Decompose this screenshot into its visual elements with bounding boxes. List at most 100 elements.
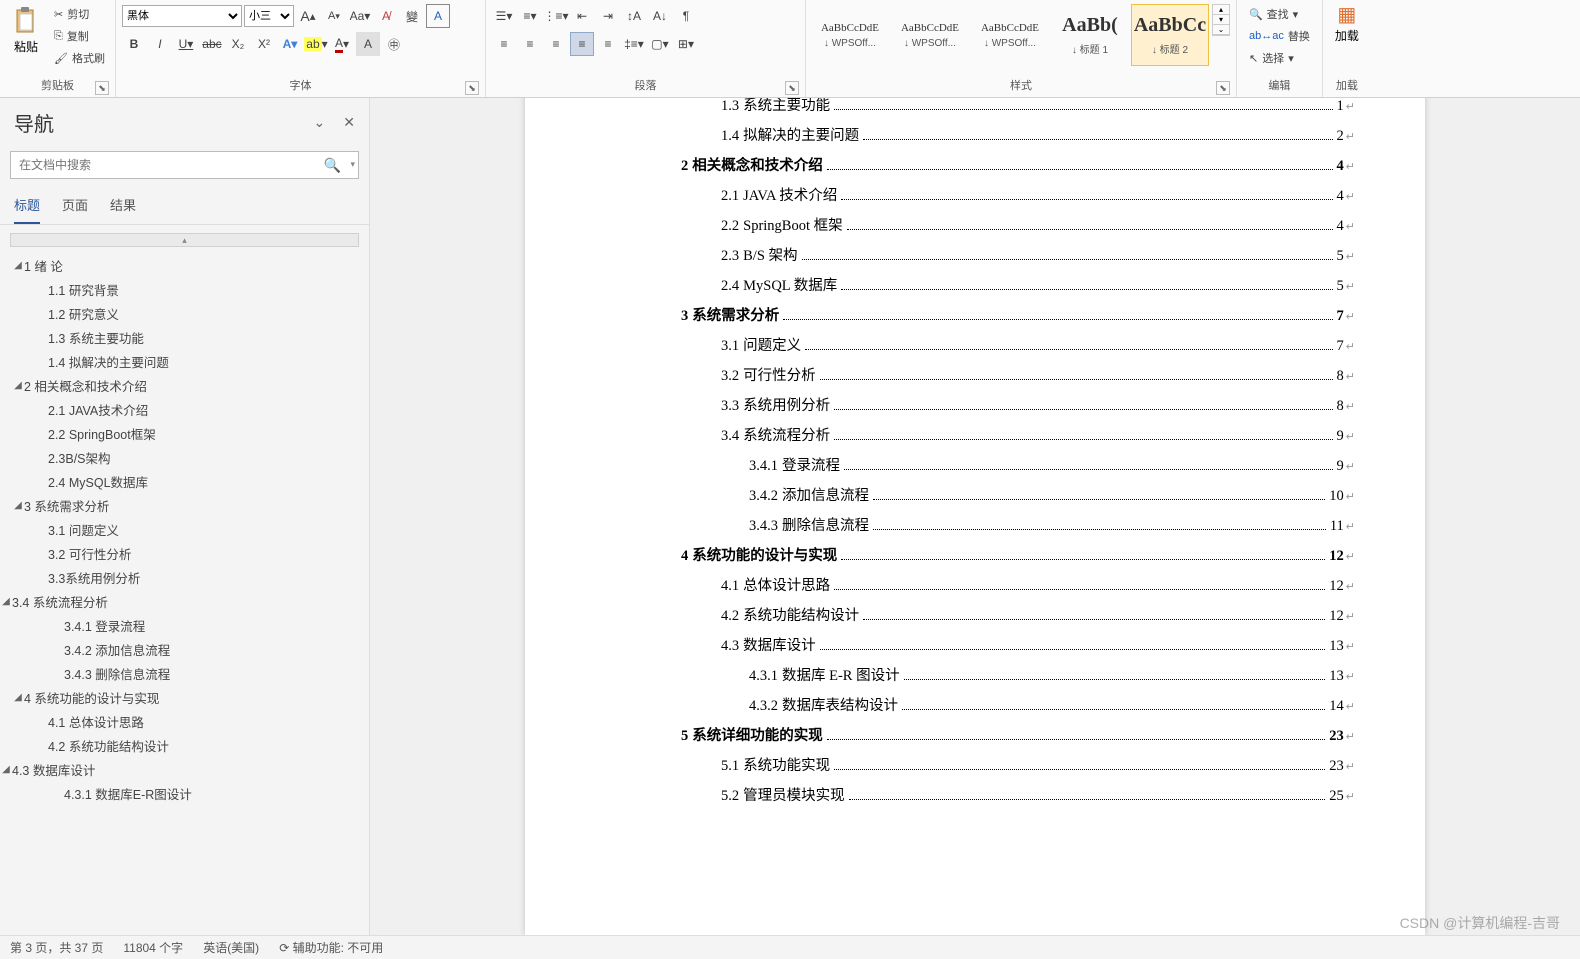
sort-button[interactable]: A↓ (648, 4, 672, 28)
select-button[interactable]: ↖选择 ▾ (1247, 48, 1312, 68)
toc-row[interactable]: 3.2 可行性分析8↵ (525, 364, 1355, 394)
status-language[interactable]: 英语(美国) (203, 939, 259, 956)
nav-tree-item[interactable]: ◢3.4 系统流程分析 (0, 589, 369, 613)
font-size-combo[interactable]: 小三 (244, 5, 294, 27)
char-shading-button[interactable]: A (356, 32, 380, 56)
toc-row[interactable]: 2.2 SpringBoot 框架4↵ (525, 214, 1355, 244)
search-icon[interactable]: 🔍 (324, 157, 341, 174)
cut-button[interactable]: ✂剪切 (52, 4, 107, 24)
nav-tree-item[interactable]: ◢4.3 数据库设计 (0, 757, 369, 781)
nav-tree-item[interactable]: 3.2 可行性分析 (0, 541, 369, 565)
shrink-font-button[interactable]: A▾ (322, 4, 346, 28)
line-spacing-button[interactable]: ‡≡▾ (622, 32, 646, 56)
align-right-button[interactable]: ≡ (544, 32, 568, 56)
clear-format-button[interactable]: A̸ (374, 4, 398, 28)
increase-indent-button[interactable]: ⇥ (596, 4, 620, 28)
style-item[interactable]: AaBbCc↓ 标题 2 (1131, 4, 1209, 66)
align-center-button[interactable]: ≡ (518, 32, 542, 56)
toc-row[interactable]: 3.3 系统用例分析8↵ (525, 394, 1355, 424)
align-justify-button[interactable]: ≡ (570, 32, 594, 56)
italic-button[interactable]: I (148, 32, 172, 56)
nav-tree-item[interactable]: 2.3B/S架构 (0, 445, 369, 469)
nav-close-icon[interactable]: ✕ (343, 114, 355, 131)
nav-tree-item[interactable]: ◢2 相关概念和技术介绍 (0, 373, 369, 397)
subscript-button[interactable]: X₂ (226, 32, 250, 56)
nav-tree-item[interactable]: 3.4.3 删除信息流程 (0, 661, 369, 685)
strike-button[interactable]: abc (200, 32, 224, 56)
toc-row[interactable]: 4.2 系统功能结构设计12↵ (525, 604, 1355, 634)
paragraph-launcher[interactable]: ⬊ (785, 81, 799, 95)
nav-chevron-down-icon[interactable]: ⌄ (314, 114, 326, 131)
style-item[interactable]: AaBbCcDdE↓ WPSOff... (971, 4, 1049, 66)
toc-row[interactable]: 2.3B/S 架构5↵ (525, 244, 1355, 274)
toc-row[interactable]: 4 系统功能的设计与实现12↵ (525, 544, 1355, 574)
style-gallery-more[interactable]: ▴▾⌄ (1212, 4, 1230, 36)
nav-tree-item[interactable]: 2.2 SpringBoot框架 (0, 421, 369, 445)
toc-row[interactable]: 4.3.1 数据库 E-R 图设计13↵ (525, 664, 1355, 694)
toc-row[interactable]: 2 相关概念和技术介绍4↵ (525, 154, 1355, 184)
nav-tree-item[interactable]: 3.4.1 登录流程 (0, 613, 369, 637)
nav-tree-item[interactable]: 1.1 研究背景 (0, 277, 369, 301)
nav-search-input[interactable] (10, 151, 359, 179)
toc-row[interactable]: 4.1 总体设计思路12↵ (525, 574, 1355, 604)
toc-row[interactable]: 1.3 系统主要功能1↵ (525, 98, 1355, 124)
toc-row[interactable]: 1.4 拟解决的主要问题2↵ (525, 124, 1355, 154)
nav-tree-item[interactable]: 4.1 总体设计思路 (0, 709, 369, 733)
tab-pages[interactable]: 页面 (62, 195, 88, 224)
toc-row[interactable]: 3.4.3 删除信息流程11↵ (525, 514, 1355, 544)
nav-tree-item[interactable]: 2.1 JAVA技术介绍 (0, 397, 369, 421)
toc-row[interactable]: 2.1 JAVA 技术介绍4↵ (525, 184, 1355, 214)
clipboard-launcher[interactable]: ⬊ (95, 81, 109, 95)
toc-row[interactable]: 5 系统详细功能的实现23↵ (525, 724, 1355, 754)
style-item[interactable]: AaBbCcDdE↓ WPSOff... (891, 4, 969, 66)
align-distribute-button[interactable]: ≡ (596, 32, 620, 56)
toc-row[interactable]: 4.3 数据库设计13↵ (525, 634, 1355, 664)
addin-button[interactable]: ▦ 加载 (1327, 2, 1367, 44)
replace-button[interactable]: ab↔ac替换 (1247, 26, 1312, 46)
find-button[interactable]: 🔍查找 ▾ (1247, 4, 1312, 24)
highlight-button[interactable]: ab▾ (304, 32, 328, 56)
enclose-char-button[interactable]: ㊥ (382, 32, 406, 56)
style-item[interactable]: AaBbCcDdE↓ WPSOff... (811, 4, 889, 66)
phonetic-button[interactable]: 變 (400, 4, 424, 28)
document-area[interactable]: 1.3 系统主要功能1↵1.4 拟解决的主要问题2↵2 相关概念和技术介绍4↵2… (370, 98, 1580, 935)
status-page[interactable]: 第 3 页，共 37 页 (10, 939, 103, 956)
toc-row[interactable]: 5.2 管理员模块实现25↵ (525, 784, 1355, 814)
nav-tree-item[interactable]: ◢1 绪 论 (0, 253, 369, 277)
nav-tree-item[interactable]: 1.2 研究意义 (0, 301, 369, 325)
font-color-button[interactable]: A▾ (330, 32, 354, 56)
styles-launcher[interactable]: ⬊ (1216, 81, 1230, 95)
nav-tree-item[interactable]: 1.3 系统主要功能 (0, 325, 369, 349)
bold-button[interactable]: B (122, 32, 146, 56)
tab-results[interactable]: 结果 (110, 195, 136, 224)
shading-button[interactable]: ▢▾ (648, 32, 672, 56)
nav-tree-item[interactable]: ◢4 系统功能的设计与实现 (0, 685, 369, 709)
toc-row[interactable]: 3.4.1 登录流程9↵ (525, 454, 1355, 484)
text-effects-button[interactable]: A▾ (278, 32, 302, 56)
nav-tree-item[interactable]: 4.2 系统功能结构设计 (0, 733, 369, 757)
font-launcher[interactable]: ⬊ (465, 81, 479, 95)
toc-row[interactable]: 2.4MySQL 数据库5↵ (525, 274, 1355, 304)
nav-tree-item[interactable]: 3.1 问题定义 (0, 517, 369, 541)
status-words[interactable]: 11804 个字 (123, 939, 183, 956)
multilevel-button[interactable]: ⋮≡▾ (544, 4, 568, 28)
toc-row[interactable]: 3.4.2 添加信息流程10↵ (525, 484, 1355, 514)
show-marks-button[interactable]: ¶ (674, 4, 698, 28)
char-border-button[interactable]: A (426, 4, 450, 28)
toc-row[interactable]: 3.4 系统流程分析9↵ (525, 424, 1355, 454)
search-dropdown-icon[interactable]: ▾ (350, 159, 355, 170)
font-name-combo[interactable]: 黑体 (122, 5, 242, 27)
superscript-button[interactable]: X² (252, 32, 276, 56)
format-painter-button[interactable]: 🖌格式刷 (52, 48, 107, 68)
nav-collapse-bar[interactable]: ▴ (10, 233, 359, 247)
toc-row[interactable]: 4.3.2 数据库表结构设计14↵ (525, 694, 1355, 724)
status-accessibility[interactable]: ⟳ 辅助功能: 不可用 (279, 939, 383, 956)
bullets-button[interactable]: ☰▾ (492, 4, 516, 28)
text-direction-button[interactable]: ↕A (622, 4, 646, 28)
numbering-button[interactable]: ≡▾ (518, 4, 542, 28)
underline-button[interactable]: U▾ (174, 32, 198, 56)
nav-tree-item[interactable]: 2.4 MySQL数据库 (0, 469, 369, 493)
grow-font-button[interactable]: A▴ (296, 4, 320, 28)
toc-row[interactable]: 3.1 问题定义7↵ (525, 334, 1355, 364)
align-left-button[interactable]: ≡ (492, 32, 516, 56)
